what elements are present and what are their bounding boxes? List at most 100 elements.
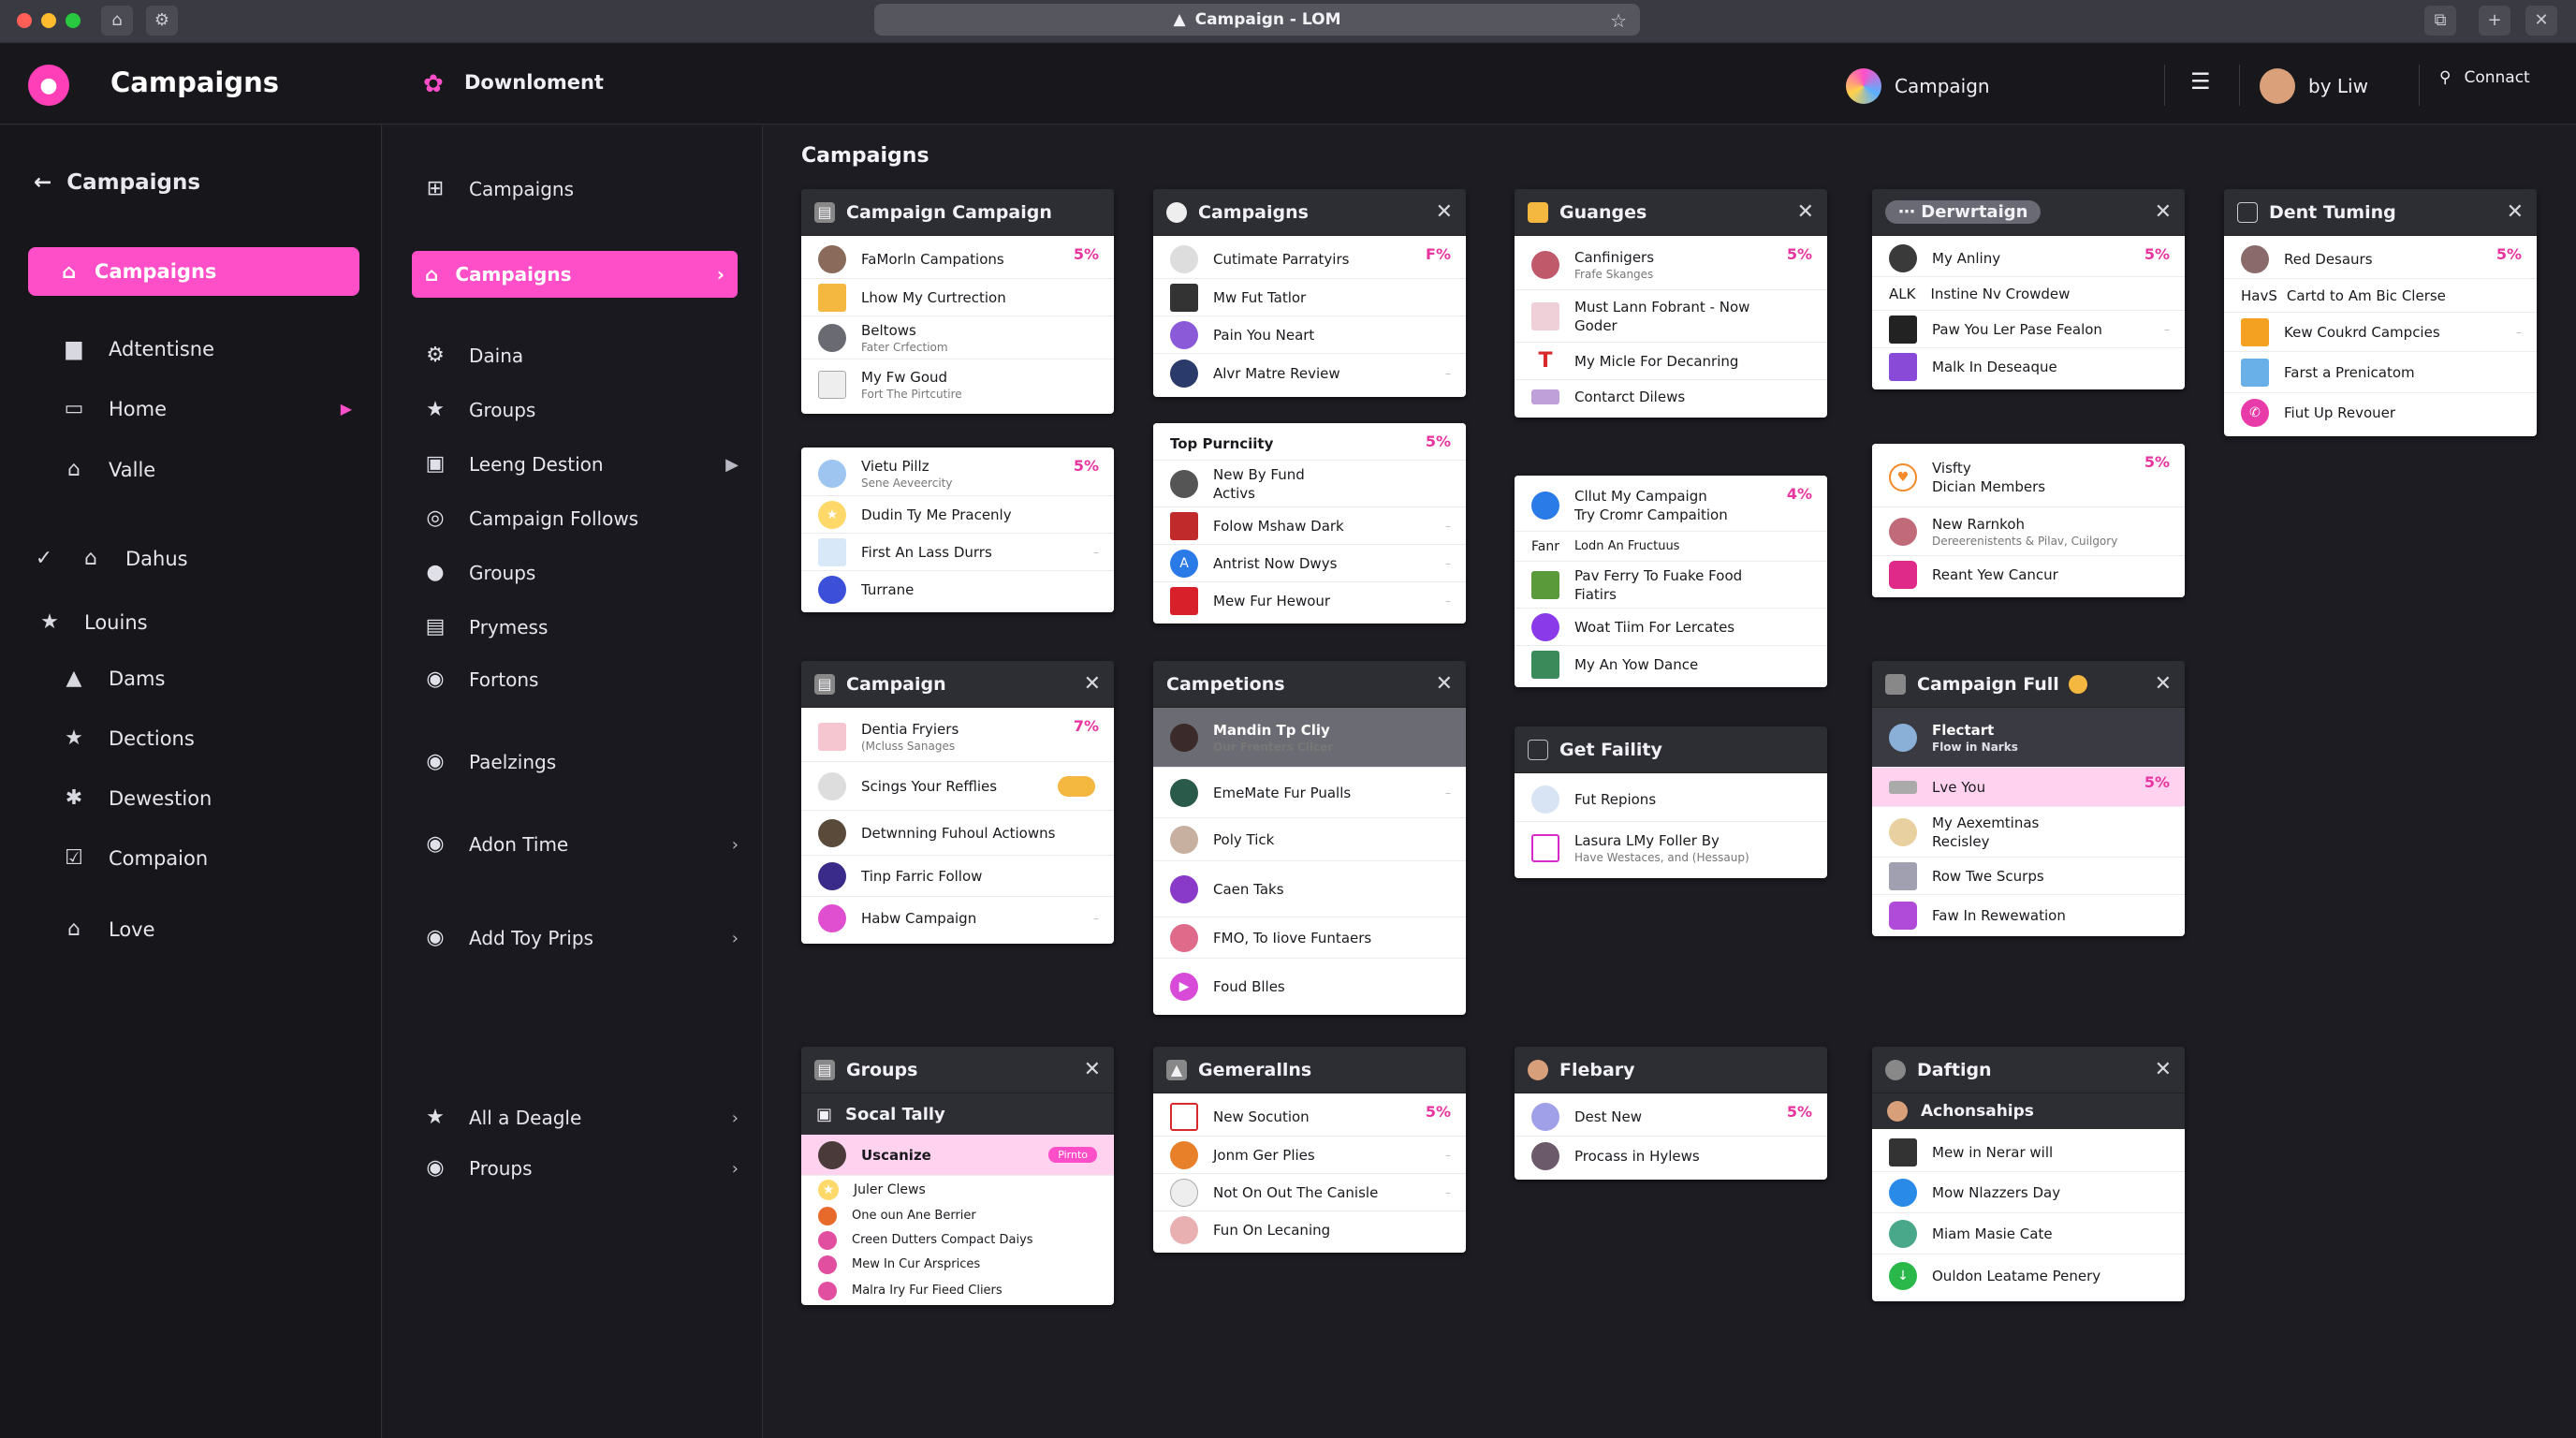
list-item[interactable]: ✆ Fiut Up Revouer (2224, 393, 2537, 433)
nav-item-prymess[interactable]: ▤ Prymess (420, 612, 739, 642)
close-window-button[interactable] (17, 13, 32, 28)
list-item[interactable]: New Socution 5% (1153, 1097, 1466, 1137)
close-icon[interactable]: ✕ (1436, 200, 1453, 224)
list-item[interactable]: Procass in Hylews (1515, 1137, 1827, 1176)
list-item[interactable]: ALK Instine Nv Crowdew (1872, 277, 2185, 311)
list-item[interactable]: Lve You 5% (1872, 768, 2185, 807)
list-item[interactable]: Mew Fur Hewour – (1153, 582, 1466, 620)
list-item[interactable]: Scings Your Refflies (801, 762, 1114, 811)
nav-item-all-a-deagle[interactable]: ★ All a Deagle › (420, 1103, 739, 1133)
sidebar-item-compaion[interactable]: ☑ Compaion (62, 846, 208, 870)
list-item[interactable]: Beltows Fater Crfectiom (801, 316, 1114, 360)
list-item[interactable]: ★ Juler Clews (801, 1176, 1114, 1204)
list-item[interactable]: Cutimate Parratyirs F% (1153, 240, 1466, 279)
list-item[interactable]: My Fw Goud Fort The Pirtcutire (801, 360, 1114, 410)
list-item[interactable]: Mow Nlazzers Day (1872, 1172, 2185, 1213)
sidebar-item-dahus[interactable]: ✓ ⌂ Dahus (32, 547, 188, 570)
app-switcher[interactable]: Campaign (1846, 68, 1990, 104)
list-item[interactable]: Faw In Rewewation (1872, 895, 2185, 936)
list-item[interactable]: Dentia Fryiers (Mcluss Sanages 7% (801, 712, 1114, 762)
list-item[interactable]: Turrane (801, 571, 1114, 609)
toggle-icon[interactable] (1058, 775, 1095, 797)
close-icon[interactable]: ✕ (1084, 672, 1101, 696)
tabs-icon[interactable]: ⧉ (2424, 6, 2456, 36)
list-item[interactable]: Kew Coukrd Campcies – (2224, 313, 2537, 352)
sidebar-item-campaigns-active[interactable]: ⌂ Campaigns (28, 247, 359, 296)
list-item[interactable]: Tinp Farric Follow (801, 856, 1114, 897)
list-item[interactable]: T My Micle For Decanring (1515, 343, 1827, 380)
list-item[interactable]: My Anliny 5% (1872, 240, 2185, 277)
close-icon[interactable]: ✕ (1084, 1058, 1101, 1081)
minimize-window-button[interactable] (41, 13, 56, 28)
list-item[interactable]: Dest New 5% (1515, 1097, 1827, 1137)
nav-item-campaign-follows[interactable]: ◎ Campaign Follows (420, 504, 739, 534)
list-item[interactable]: FMO, To Iiove Funtaers (1153, 917, 1466, 959)
browser-home-icon[interactable]: ⌂ (101, 6, 133, 36)
list-item[interactable]: New By Fund Activs (1153, 461, 1466, 507)
list-item[interactable]: Fun On Lecaning (1153, 1211, 1466, 1249)
list-item[interactable]: Mw Fut Tatlor (1153, 279, 1466, 316)
sidebar-item-dewestion[interactable]: ✱ Dewestion (62, 786, 212, 810)
nav-item-campaigns-active[interactable]: ⌂ Campaigns › (412, 251, 738, 298)
close-icon[interactable]: ✕ (2155, 1058, 2172, 1081)
nav-item-paelzings[interactable]: ◉ Paelzings (420, 747, 739, 777)
list-item[interactable]: Row Twe Scurps (1872, 858, 2185, 895)
list-item[interactable]: Miam Masie Cate (1872, 1213, 2185, 1255)
list-item[interactable]: Top Purnciity 5% (1153, 427, 1466, 461)
sidebar-item-love[interactable]: ⌂ Love (62, 917, 155, 941)
list-item[interactable]: Habw Campaign – (801, 897, 1114, 940)
list-item[interactable]: Detwnning Fuhoul Actiowns (801, 811, 1114, 856)
list-item[interactable]: First An Lass Durrs – (801, 534, 1114, 571)
list-item[interactable]: Lhow My Curtrection (801, 279, 1114, 316)
extensions-icon[interactable]: ✕ (2525, 6, 2557, 36)
list-item[interactable]: ↓ Ouldon Leatame Penery (1872, 1255, 2185, 1298)
list-item[interactable]: Vietu Pillz Sene Aeveercity 5% (801, 451, 1114, 496)
list-item-selected[interactable]: Mandin Tp Cliy Our Frenters Cllcer (1153, 708, 1466, 768)
list-item[interactable]: A Antrist Now Dwys – (1153, 545, 1466, 582)
list-item[interactable]: Jonm Ger Plies – (1153, 1137, 1466, 1174)
list-item[interactable]: Red Desaurs 5% (2224, 240, 2537, 279)
close-icon[interactable]: ✕ (1436, 672, 1453, 696)
list-item[interactable]: Not On Out The Canisle – (1153, 1174, 1466, 1211)
nav-item-groups[interactable]: ★ Groups (420, 395, 739, 425)
list-item[interactable]: Malk In Deseaque (1872, 348, 2185, 386)
list-item[interactable]: Fut Repions (1515, 777, 1827, 822)
nav-item-leeng-destion[interactable]: ▣ Leeng Destion ▶ (420, 449, 739, 479)
list-item[interactable]: Woat Tiim For Lercates (1515, 609, 1827, 646)
list-item[interactable]: Canfinigers Frafe Skanges 5% (1515, 240, 1827, 290)
list-item[interactable]: FaMorln Campations 5% (801, 240, 1114, 279)
list-item[interactable]: ♥ Visfty Dician Members 5% (1872, 448, 2185, 507)
list-item[interactable]: My Aexemtinas Recisley (1872, 807, 2185, 858)
sidebar-item-adtentisne[interactable]: ▆ Adtentisne (62, 337, 215, 360)
list-item[interactable]: Folow Mshaw Dark – (1153, 507, 1466, 545)
list-icon[interactable]: ☰ (2190, 68, 2211, 95)
close-icon[interactable]: ✕ (2155, 200, 2172, 224)
close-icon[interactable]: ✕ (2155, 672, 2172, 696)
list-item[interactable]: Pain You Neart (1153, 316, 1466, 354)
nav-item-groups-2[interactable]: ● Groups (420, 558, 739, 588)
list-item[interactable]: Pav Ferry To Fuake Food Fiatirs (1515, 562, 1827, 609)
user-menu[interactable]: by Liw (2260, 68, 2368, 104)
list-item[interactable]: One oun Ane Berrier (801, 1204, 1114, 1228)
nav-item-adon-time[interactable]: ◉ Adon Time › (420, 829, 739, 859)
list-item[interactable]: ▶ Foud Blles (1153, 959, 1466, 1015)
list-item[interactable]: ★ Dudin Ty Me Pracenly (801, 496, 1114, 534)
nav-item-fortons[interactable]: ◉ Fortons (420, 665, 739, 695)
new-tab-icon[interactable]: + (2479, 6, 2510, 36)
browser-settings-icon[interactable]: ⚙ (146, 6, 178, 36)
sidebar-item-valle[interactable]: ⌂ Valle (62, 458, 155, 481)
brand-logo-icon[interactable]: ● (28, 65, 69, 106)
list-item[interactable]: Reant Yew Cancur (1872, 556, 2185, 594)
list-item-selected[interactable]: Flectart Flow in Narks (1872, 708, 2185, 768)
sidebar-item-louins[interactable]: ★ Louins (37, 610, 147, 634)
list-item[interactable]: Paw You Ler Pase Fealon – (1872, 311, 2185, 348)
nav-item-proups[interactable]: ◉ Proups › (420, 1153, 739, 1183)
list-item[interactable]: Creen Dutters Compact Daiys (801, 1228, 1114, 1253)
list-item[interactable]: Mew In Cur Arsprices (801, 1253, 1114, 1277)
close-icon[interactable]: ✕ (1797, 200, 1814, 224)
list-item[interactable]: Must Lann Fobrant - Now Goder (1515, 290, 1827, 343)
nav-item-daina[interactable]: ⚙ Daina (420, 341, 739, 371)
list-item[interactable]: Malra Iry Fur Fieed Cliers (801, 1277, 1114, 1305)
list-item[interactable]: Lasura LMy Foller By Have Westaces, and (… (1515, 822, 1827, 874)
sidebar-item-dections[interactable]: ★ Dections (62, 726, 195, 750)
